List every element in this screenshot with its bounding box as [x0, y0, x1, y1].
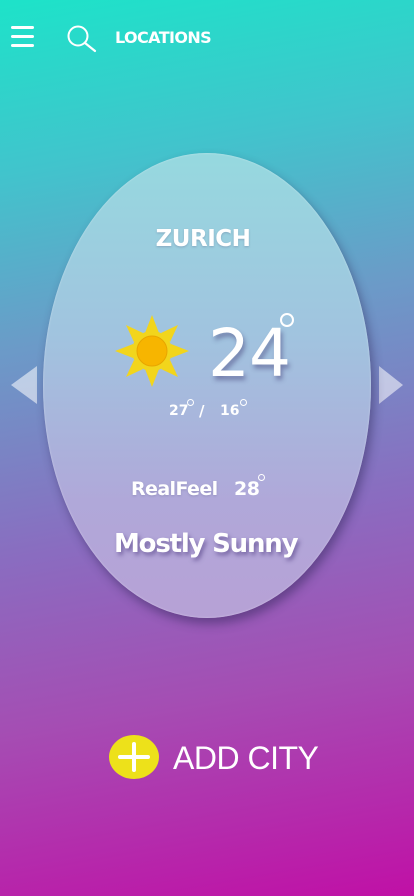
degree-symbol — [187, 399, 194, 406]
degree-symbol — [280, 313, 294, 327]
degree-symbol — [240, 399, 247, 406]
search-icon[interactable] — [66, 25, 98, 53]
chevron-right-icon[interactable] — [379, 366, 403, 404]
chevron-left-icon[interactable] — [11, 366, 37, 404]
realfeel-label: RealFeel — [131, 478, 218, 500]
plus-icon[interactable] — [109, 735, 159, 779]
low-temperature: 16 — [220, 403, 240, 419]
locations-link[interactable]: LOCATIONS — [115, 28, 212, 48]
sun-icon — [113, 314, 191, 388]
weather-condition: Mostly Sunny — [114, 529, 299, 559]
app-header: LOCATIONS — [0, 0, 414, 76]
add-city-button[interactable]: ADD CITY — [109, 734, 319, 782]
degree-symbol — [258, 474, 265, 481]
city-name: ZURICH — [155, 226, 251, 252]
hamburger-menu-icon[interactable] — [11, 26, 34, 48]
high-temperature: 27 — [169, 403, 189, 419]
add-city-label[interactable]: ADD CITY — [173, 738, 319, 778]
temperature-separator: / — [199, 402, 205, 420]
current-temperature: 24 — [208, 315, 291, 392]
realfeel-value: 28 — [234, 478, 260, 500]
